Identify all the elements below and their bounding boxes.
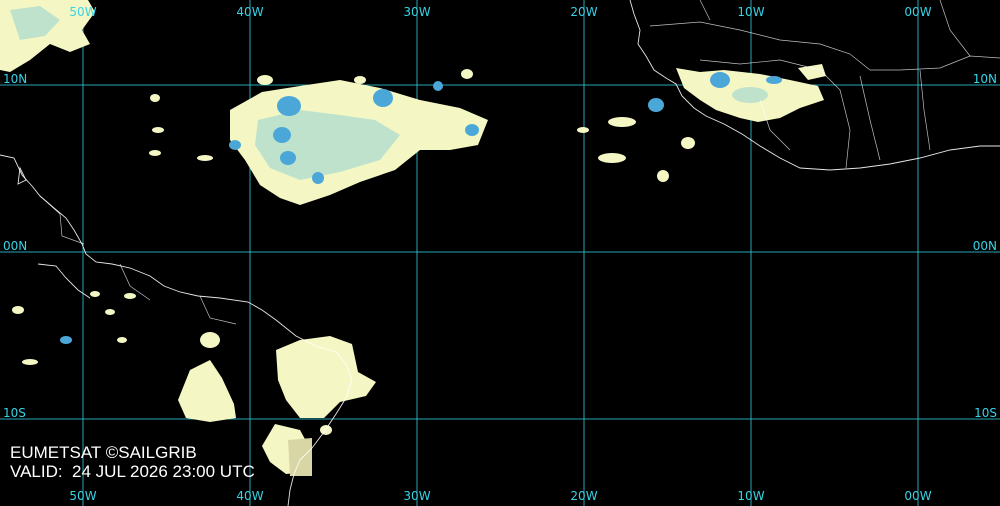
longitude-label-30w-bottom: 30W xyxy=(403,489,430,503)
longitude-label-20w-bottom: 20W xyxy=(570,489,597,503)
source-credit: EUMETSAT ©SAILGRIB xyxy=(10,443,197,462)
longitude-label-40w-top: 40W xyxy=(236,5,263,19)
satellite-map: 50W 50W 40W 40W 30W 30W 20W 20W 10W 10W 00W 00W 10N 1… xyxy=(0,0,1000,506)
longitude-label-20w-top: 20W xyxy=(570,5,597,19)
longitude-label-30w-top: 30W xyxy=(403,5,430,19)
valid-time: VALID: 24 JUL 2026 23:00 UTC xyxy=(10,462,255,481)
latitude-label-00n-right: 00N xyxy=(973,239,997,253)
longitude-label-10w-top: 10W xyxy=(737,5,764,19)
latitude-label-10s-left: 10S xyxy=(3,406,26,420)
longitude-label-10w-bottom: 10W xyxy=(737,489,764,503)
axis-labels: 50W 50W 40W 40W 30W 30W 20W 20W 10W 10W 00W 00W 10N 1… xyxy=(3,5,997,503)
map-caption: EUMETSAT ©SAILGRIB VALID: 24 JUL 2026 23:… xyxy=(10,443,255,481)
longitude-label-50w-bottom: 50W xyxy=(69,489,96,503)
longitude-label-40w-bottom: 40W xyxy=(236,489,263,503)
latitude-label-00n-left: 00N xyxy=(3,239,27,253)
latitude-label-10s-right: 10S xyxy=(974,406,997,420)
longitude-label-50w-top: 50W xyxy=(69,5,96,19)
latitude-label-10n-left: 10N xyxy=(3,72,27,86)
coastlines xyxy=(0,0,1000,506)
cloud-cover xyxy=(0,0,826,476)
longitude-label-00w-top: 00W xyxy=(904,5,931,19)
graticule xyxy=(0,0,1000,506)
longitude-label-00w-bottom: 00W xyxy=(904,489,931,503)
latitude-label-10n-right: 10N xyxy=(973,72,997,86)
